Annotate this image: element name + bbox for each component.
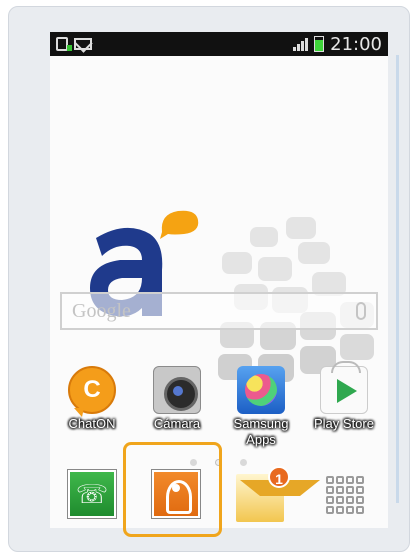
google-search-bar[interactable]: Google: [60, 292, 378, 330]
battery-icon: [314, 36, 325, 52]
page-dot: [240, 459, 247, 466]
app-label: Samsung Apps: [233, 416, 289, 447]
chaton-icon: [68, 366, 116, 417]
mail-icon: [74, 38, 92, 50]
contacts-highlight: [123, 442, 222, 537]
samsung-apps-icon: [237, 366, 285, 414]
sim-card-icon: [56, 37, 72, 51]
app-label: Cámara: [153, 416, 201, 431]
phone-icon[interactable]: [68, 470, 116, 518]
app-label: Play Store: [314, 416, 374, 431]
app-label: ChatON: [68, 416, 116, 431]
google-label: Google: [72, 299, 131, 322]
app-camera[interactable]: Cámara: [137, 366, 217, 432]
play-store-icon: [320, 361, 368, 414]
status-bar: 21:00: [50, 32, 388, 56]
unread-badge: 1: [268, 466, 290, 488]
apps-grid-icon[interactable]: [320, 470, 368, 518]
status-time: 21:00: [330, 33, 382, 55]
camera-icon: [153, 366, 201, 414]
app-play-store[interactable]: Play Store: [304, 361, 384, 432]
brand-logo-bubble: [158, 208, 200, 240]
app-chaton[interactable]: ChatON: [52, 366, 132, 432]
app-samsung-apps[interactable]: Samsung Apps: [221, 366, 301, 448]
signal-icon: [293, 37, 309, 51]
messages-icon[interactable]: 1: [236, 466, 320, 522]
frame-accent: [396, 55, 399, 503]
mic-icon[interactable]: [356, 302, 366, 320]
